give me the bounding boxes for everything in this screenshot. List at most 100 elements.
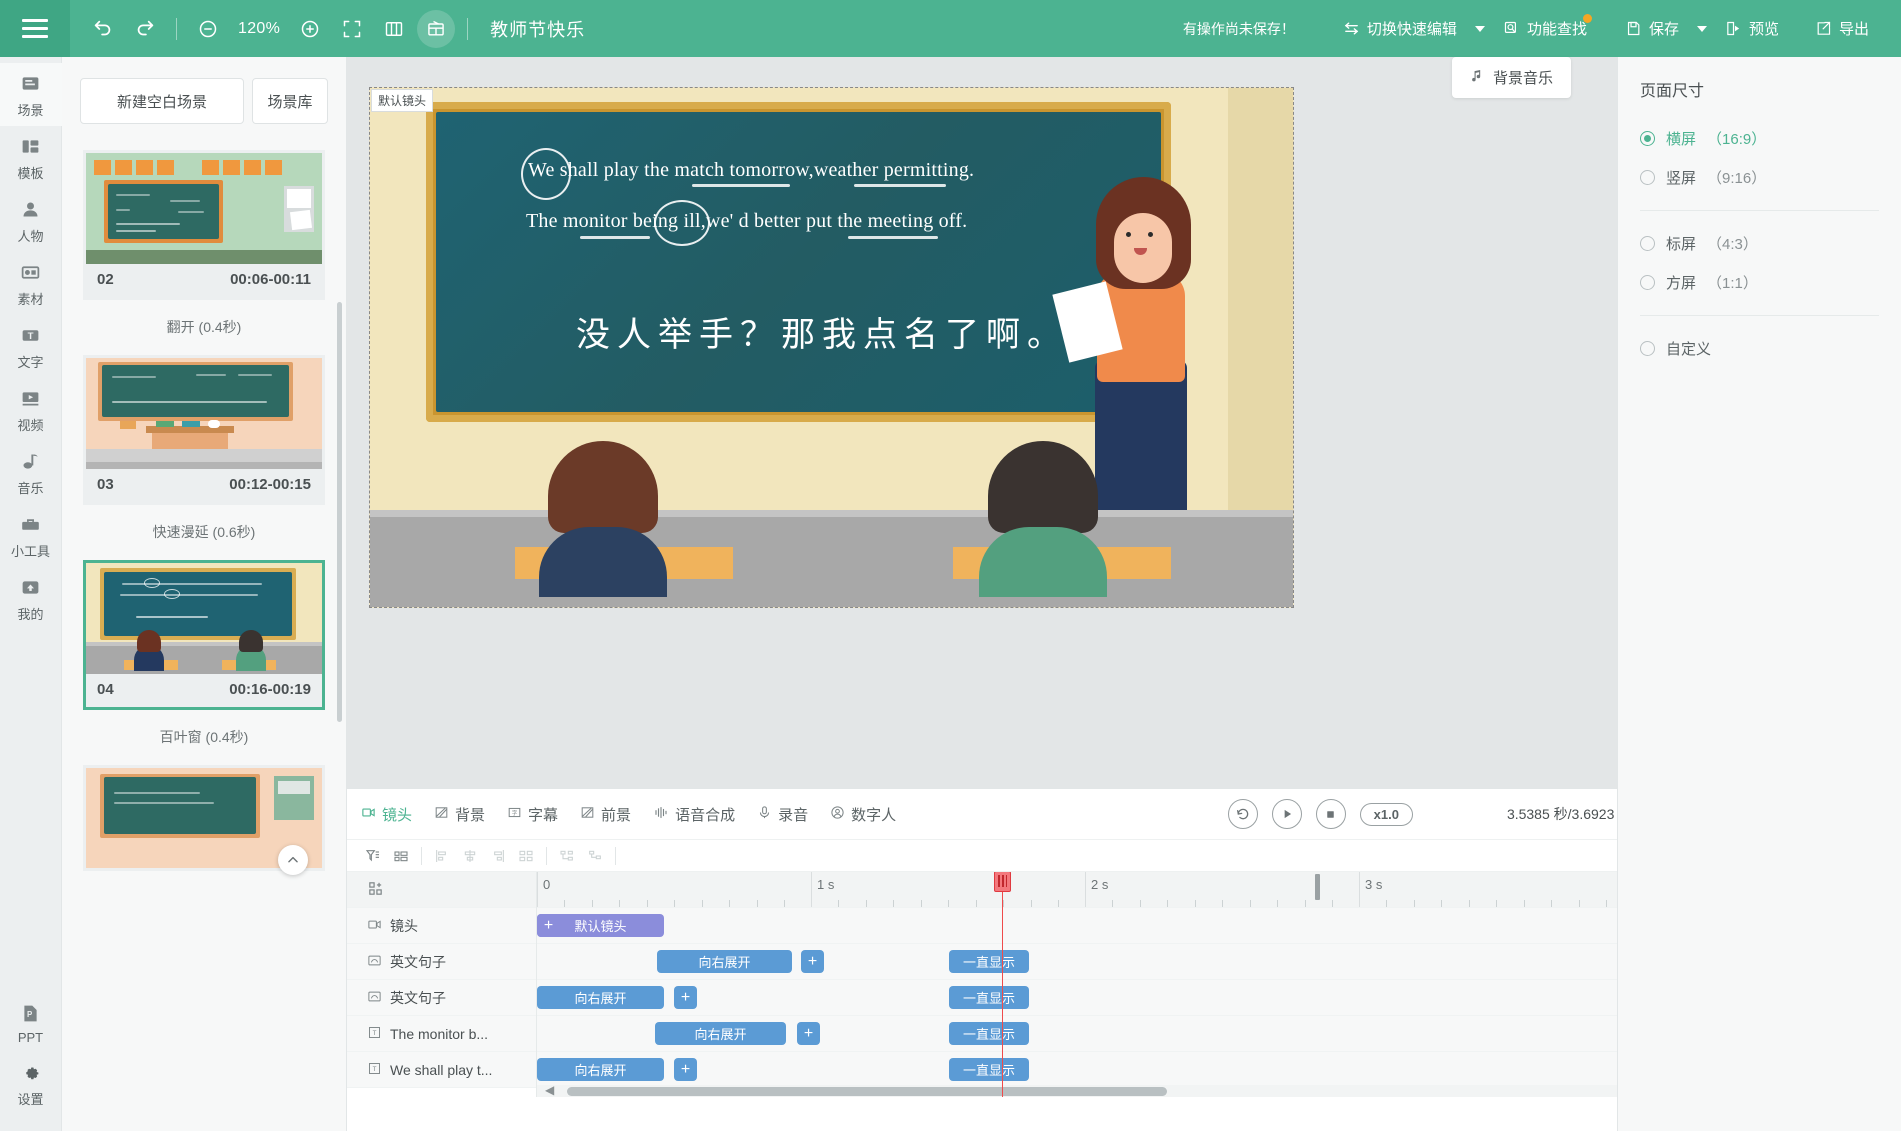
svg-text:P: P bbox=[27, 1010, 32, 1019]
redo-icon[interactable] bbox=[126, 10, 164, 48]
radio-icon bbox=[1640, 236, 1655, 251]
clip-expand-right[interactable]: 向右展开 bbox=[537, 986, 664, 1009]
preview-button[interactable]: 预览 bbox=[1719, 12, 1785, 45]
track-head-camera[interactable]: 镜头 bbox=[347, 908, 536, 944]
export-button[interactable]: 导出 bbox=[1809, 12, 1875, 45]
digital-human-icon bbox=[830, 805, 845, 824]
page-size-option-standard[interactable]: 标屏 （4:3） bbox=[1640, 224, 1879, 263]
tab-digital-human[interactable]: 数字人 bbox=[830, 804, 896, 825]
add-clip-button[interactable]: + bbox=[674, 986, 697, 1009]
camera-icon bbox=[361, 805, 376, 824]
playhead[interactable] bbox=[994, 872, 1011, 1097]
clip-always-show[interactable]: 一直显示 bbox=[949, 986, 1029, 1009]
sidebar-item-text[interactable]: T 文字 bbox=[0, 315, 62, 378]
align-right-icon[interactable] bbox=[490, 848, 506, 864]
clip-expand-right[interactable]: 向右展开 bbox=[657, 950, 792, 973]
background-music-button[interactable]: 背景音乐 bbox=[1451, 57, 1571, 98]
scenes-panel: 新建空白场景 场景库 02 00:06-00:11 翻开 (0.4秒) 03 0… bbox=[62, 57, 347, 1131]
track-head-en-1[interactable]: 英文句子 bbox=[347, 944, 536, 980]
clip-expand-right[interactable]: 向右展开 bbox=[537, 1058, 664, 1081]
sidebar-item-material[interactable]: 素材 bbox=[0, 252, 62, 315]
stage-canvas[interactable]: 默认镜头 We shall play the match tomorrow,we… bbox=[369, 87, 1294, 608]
save-chevron-down-icon[interactable] bbox=[1696, 25, 1707, 32]
clip-expand-right[interactable]: 向右展开 bbox=[655, 1022, 786, 1045]
replay-icon[interactable] bbox=[1227, 799, 1258, 829]
playhead-handle[interactable] bbox=[994, 872, 1011, 892]
tab-digital-human-label: 数字人 bbox=[851, 806, 897, 824]
add-clip-button[interactable]: + bbox=[801, 950, 824, 973]
save-button[interactable]: 保存 bbox=[1619, 12, 1685, 45]
sidebar-item-video[interactable]: 视频 bbox=[0, 378, 62, 441]
align-group-icon[interactable] bbox=[393, 848, 409, 864]
tab-tts[interactable]: 语音合成 bbox=[653, 804, 735, 825]
add-clip-button[interactable]: + bbox=[797, 1022, 820, 1045]
chalk-underline-3 bbox=[580, 236, 650, 239]
hamburger-icon[interactable] bbox=[0, 0, 70, 57]
page-size-option-portrait[interactable]: 竖屏 （9:16） bbox=[1640, 158, 1879, 197]
scene-card-03[interactable]: 03 00:12-00:15 bbox=[83, 355, 325, 505]
scene-card-04[interactable]: 04 00:16-00:19 bbox=[83, 560, 325, 710]
playback-speed[interactable]: x1.0 bbox=[1359, 802, 1413, 826]
distribute-icon[interactable] bbox=[518, 848, 534, 864]
storyboard-icon[interactable] bbox=[417, 9, 456, 48]
filter-icon[interactable] bbox=[365, 848, 381, 864]
sidebar-item-settings[interactable]: 设置 bbox=[0, 1052, 62, 1115]
page-size-option-custom[interactable]: 自定义 bbox=[1640, 329, 1879, 368]
scene-library-button[interactable]: 场景库 bbox=[252, 78, 328, 124]
sidebar-item-template[interactable]: 模板 bbox=[0, 126, 62, 189]
tab-subtitle[interactable]: 字 字幕 bbox=[507, 804, 558, 825]
scroll-left-arrow-icon[interactable]: ◀ bbox=[545, 1083, 554, 1097]
grid-icon[interactable] bbox=[375, 10, 413, 48]
scene-transition-label-0[interactable]: 翻开 (0.4秒) bbox=[62, 300, 346, 355]
quick-edit-button[interactable]: 切换快速编辑 bbox=[1337, 12, 1463, 45]
add-track-icon[interactable] bbox=[367, 880, 384, 900]
scene-thumbnail bbox=[86, 153, 322, 264]
sidebar-item-mine[interactable]: 我的 bbox=[0, 567, 62, 630]
feature-find-button[interactable]: 功能查找 bbox=[1497, 12, 1593, 45]
node-add-icon[interactable] bbox=[587, 848, 603, 864]
sidebar-item-music[interactable]: 音乐 bbox=[0, 441, 62, 504]
fit-screen-icon[interactable] bbox=[333, 10, 371, 48]
sidebar-item-person[interactable]: 人物 bbox=[0, 189, 62, 252]
sidebar-item-ppt[interactable]: P PPT bbox=[0, 993, 62, 1052]
page-size-option-square[interactable]: 方屏 （1:1） bbox=[1640, 263, 1879, 302]
scene-card-02[interactable]: 02 00:06-00:11 bbox=[83, 150, 325, 300]
sidebar-item-toolbox[interactable]: 小工具 bbox=[0, 504, 62, 567]
align-left-icon[interactable] bbox=[434, 848, 450, 864]
blackboard-surface: We shall play the match tomorrow,weather… bbox=[436, 112, 1161, 412]
tab-foreground[interactable]: 前景 bbox=[580, 804, 631, 825]
scene-transition-label-2[interactable]: 百叶窗 (0.4秒) bbox=[62, 710, 346, 765]
track-name: 英文句子 bbox=[390, 989, 446, 1006]
zoom-in-icon[interactable] bbox=[291, 10, 329, 48]
collapse-scenes-button[interactable] bbox=[278, 845, 308, 875]
track-head-monitor[interactable]: T The monitor b... bbox=[347, 1016, 536, 1052]
quick-edit-chevron-down-icon[interactable] bbox=[1474, 25, 1485, 32]
tab-recording[interactable]: 录音 bbox=[757, 804, 808, 825]
align-center-icon[interactable] bbox=[462, 848, 478, 864]
blackboard-line-1: We shall play the match tomorrow,weather… bbox=[528, 159, 975, 181]
page-size-title: 页面尺寸 bbox=[1640, 83, 1705, 100]
track-head-weshall[interactable]: T We shall play t... bbox=[347, 1052, 536, 1088]
clip-always-show[interactable]: 一直显示 bbox=[949, 950, 1029, 973]
track-head-en-2[interactable]: 英文句子 bbox=[347, 980, 536, 1016]
scene-list-scrollbar[interactable] bbox=[337, 302, 342, 722]
undo-icon[interactable] bbox=[84, 10, 122, 48]
tab-camera[interactable]: 镜头 bbox=[361, 804, 412, 825]
clip-always-show[interactable]: 一直显示 bbox=[949, 1022, 1029, 1045]
new-blank-scene-button[interactable]: 新建空白场景 bbox=[80, 78, 244, 124]
page-size-option-landscape[interactable]: 横屏 （16:9） bbox=[1640, 119, 1879, 158]
canvas-area: 背景音乐 默认镜头 We shall play the match tomorr… bbox=[347, 57, 1617, 788]
tab-background[interactable]: 背景 bbox=[434, 804, 485, 825]
add-clip-button[interactable]: + bbox=[674, 1058, 697, 1081]
stop-icon[interactable] bbox=[1315, 799, 1346, 829]
zoom-out-icon[interactable] bbox=[189, 10, 227, 48]
timeline-scrollbar-thumb[interactable] bbox=[567, 1086, 1167, 1096]
clip-always-show[interactable]: 一直显示 bbox=[949, 1058, 1029, 1081]
add-clip-button[interactable]: + bbox=[537, 914, 560, 937]
sidebar-item-scene[interactable]: 场景 bbox=[0, 63, 62, 126]
toolbar2-divider-2 bbox=[546, 846, 547, 865]
scene-transition-label-1[interactable]: 快速漫延 (0.6秒) bbox=[62, 505, 346, 560]
tree-add-icon[interactable] bbox=[559, 848, 575, 864]
play-icon[interactable] bbox=[1271, 799, 1302, 829]
track-head-add[interactable] bbox=[347, 872, 536, 908]
